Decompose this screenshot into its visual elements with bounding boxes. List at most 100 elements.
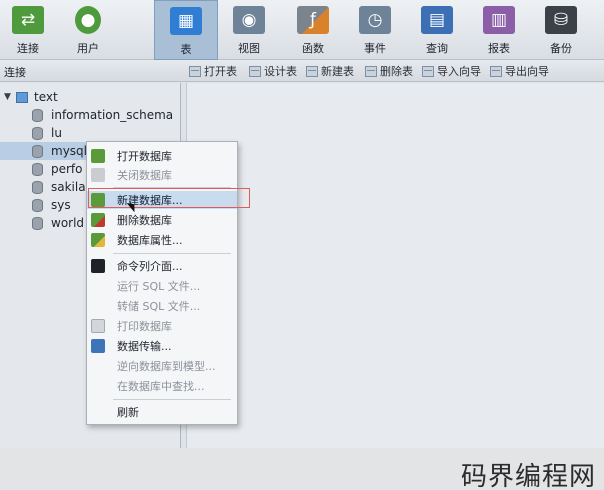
menu-item-open-database[interactable]: 打开数据库 <box>87 147 237 165</box>
tree-db-mysql[interactable]: mysql <box>0 142 90 160</box>
tree-root-connection[interactable]: ▼ text <box>4 88 58 106</box>
view-icon: ◉ <box>233 6 265 34</box>
delete-table-icon <box>365 65 377 77</box>
open-database-icon <box>91 149 105 163</box>
toolbar-connection-button[interactable]: ⇄ 连接 <box>2 0 54 60</box>
toolbar-user-button[interactable]: ● 用户 <box>62 0 114 60</box>
tree-db-sakila[interactable]: sakila <box>32 178 86 196</box>
toolbar-function-button[interactable]: ƒ 函数 <box>288 0 338 60</box>
toolbar-view-button[interactable]: ◉ 视图 <box>224 0 274 60</box>
main-toolbar: ⇄ 连接 ● 用户 ▦ 表 ◉ 视图 ƒ 函数 ◷ 事件 ▤ 查询 ▥ 报表 ⛁… <box>0 0 604 60</box>
menu-item-label: 命令列介面... <box>117 260 183 273</box>
menu-item-dump-sql-file[interactable]: 转储 SQL 文件... <box>87 297 237 315</box>
menu-item-label: 在数据库中查找... <box>117 380 205 393</box>
table-icon: ▦ <box>170 7 202 35</box>
database-properties-icon <box>91 233 105 247</box>
query-icon: ▤ <box>421 6 453 34</box>
user-icon: ● <box>75 6 101 34</box>
menu-item-new-database[interactable]: 新建数据库... <box>87 191 237 209</box>
new-table-icon <box>306 65 318 77</box>
export-wizard-button[interactable]: 导出向导 <box>490 64 549 78</box>
close-database-icon <box>91 168 105 182</box>
menu-item-find-in-database[interactable]: 在数据库中查找... <box>87 377 237 395</box>
open-table-button[interactable]: 打开表 <box>189 64 237 78</box>
toolbar-view-label: 视图 <box>238 42 260 55</box>
menu-item-label: 打印数据库 <box>117 320 172 333</box>
database-icon <box>32 126 43 140</box>
database-icon <box>32 108 43 122</box>
new-table-button[interactable]: 新建表 <box>306 64 354 78</box>
open-table-icon <box>189 65 201 77</box>
tree-db-lu[interactable]: lu <box>32 124 62 142</box>
delete-database-icon <box>91 213 105 227</box>
open-table-label: 打开表 <box>204 65 237 78</box>
menu-separator <box>113 399 231 400</box>
delete-table-label: 删除表 <box>380 65 413 78</box>
database-icon <box>32 162 43 176</box>
watermark-text: 码界编程网 <box>460 462 596 490</box>
menu-item-command-line[interactable]: 命令列介面... <box>87 257 237 275</box>
tree-db-label: perfo <box>51 162 83 176</box>
function-icon: ƒ <box>297 6 329 34</box>
menu-item-label: 删除数据库 <box>117 214 172 227</box>
toolbar-user-label: 用户 <box>77 42 99 55</box>
import-wizard-icon <box>422 65 434 77</box>
toolbar-event-button[interactable]: ◷ 事件 <box>350 0 400 60</box>
tree-db-world[interactable]: world <box>32 214 84 232</box>
tree-db-information-schema[interactable]: information_schema <box>32 106 173 124</box>
menu-item-label: 打开数据库 <box>117 150 172 163</box>
tree-db-label: sakila <box>51 180 86 194</box>
toolbar-report-label: 报表 <box>488 42 510 55</box>
object-toolbar: 连接 打开表 设计表 新建表 删除表 导入向导 导出向导 <box>0 60 604 82</box>
menu-item-delete-database[interactable]: 删除数据库 <box>87 211 237 229</box>
menu-item-close-database[interactable]: 关闭数据库 <box>87 166 237 184</box>
toolbar-connection-label: 连接 <box>17 42 39 55</box>
menu-item-refresh[interactable]: 刷新 <box>87 403 237 421</box>
database-context-menu: 打开数据库 关闭数据库 新建数据库... 删除数据库 数据库属性... 命令列介… <box>86 141 238 425</box>
tree-db-sys[interactable]: sys <box>32 196 71 214</box>
toolbar-table-label: 表 <box>180 43 192 56</box>
new-table-label: 新建表 <box>321 65 354 78</box>
menu-item-label: 关闭数据库 <box>117 169 172 182</box>
data-transfer-icon <box>91 339 105 353</box>
delete-table-button[interactable]: 删除表 <box>365 64 413 78</box>
menu-item-label: 数据库属性... <box>117 234 183 247</box>
menu-item-database-properties[interactable]: 数据库属性... <box>87 231 237 249</box>
new-database-icon <box>91 193 105 207</box>
report-icon: ▥ <box>483 6 515 34</box>
design-table-label: 设计表 <box>264 65 297 78</box>
tree-db-label: sys <box>51 198 71 212</box>
event-icon: ◷ <box>359 6 391 34</box>
menu-item-label: 数据传输... <box>117 340 172 353</box>
design-table-icon <box>249 65 261 77</box>
menu-item-print-database[interactable]: 打印数据库 <box>87 317 237 335</box>
toolbar-event-label: 事件 <box>364 42 386 55</box>
toolbar-table-button[interactable]: ▦ 表 <box>154 0 218 60</box>
menu-separator <box>113 253 231 254</box>
toolbar-report-button[interactable]: ▥ 报表 <box>474 0 524 60</box>
backup-icon: ⛁ <box>545 6 577 34</box>
tree-db-label: lu <box>51 126 62 140</box>
tree-db-perfo[interactable]: perfo <box>32 160 83 178</box>
toolbar-query-button[interactable]: ▤ 查询 <box>412 0 462 60</box>
toolbar-backup-button[interactable]: ⛁ 备份 <box>536 0 586 60</box>
menu-item-run-sql-file[interactable]: 运行 SQL 文件... <box>87 277 237 295</box>
design-table-button[interactable]: 设计表 <box>249 64 297 78</box>
expand-arrow-icon[interactable]: ▼ <box>4 92 14 102</box>
tree-db-label: mysql <box>51 144 87 158</box>
menu-separator <box>113 187 231 188</box>
menu-item-reverse-to-model[interactable]: 逆向数据库到模型... <box>87 357 237 375</box>
menu-item-label: 运行 SQL 文件... <box>117 280 201 293</box>
database-icon <box>32 180 43 194</box>
tree-db-label: world <box>51 216 85 230</box>
menu-item-label: 新建数据库... <box>117 194 183 207</box>
object-list-pane[interactable] <box>186 83 604 490</box>
toolbar-function-label: 函数 <box>302 42 324 55</box>
menu-item-label: 转储 SQL 文件... <box>117 300 201 313</box>
tree-db-label: information_schema <box>51 108 174 122</box>
import-wizard-button[interactable]: 导入向导 <box>422 64 481 78</box>
export-wizard-icon <box>490 65 502 77</box>
connection-icon <box>16 91 28 103</box>
connection-icon: ⇄ <box>12 6 44 34</box>
menu-item-data-transfer[interactable]: 数据传输... <box>87 337 237 355</box>
